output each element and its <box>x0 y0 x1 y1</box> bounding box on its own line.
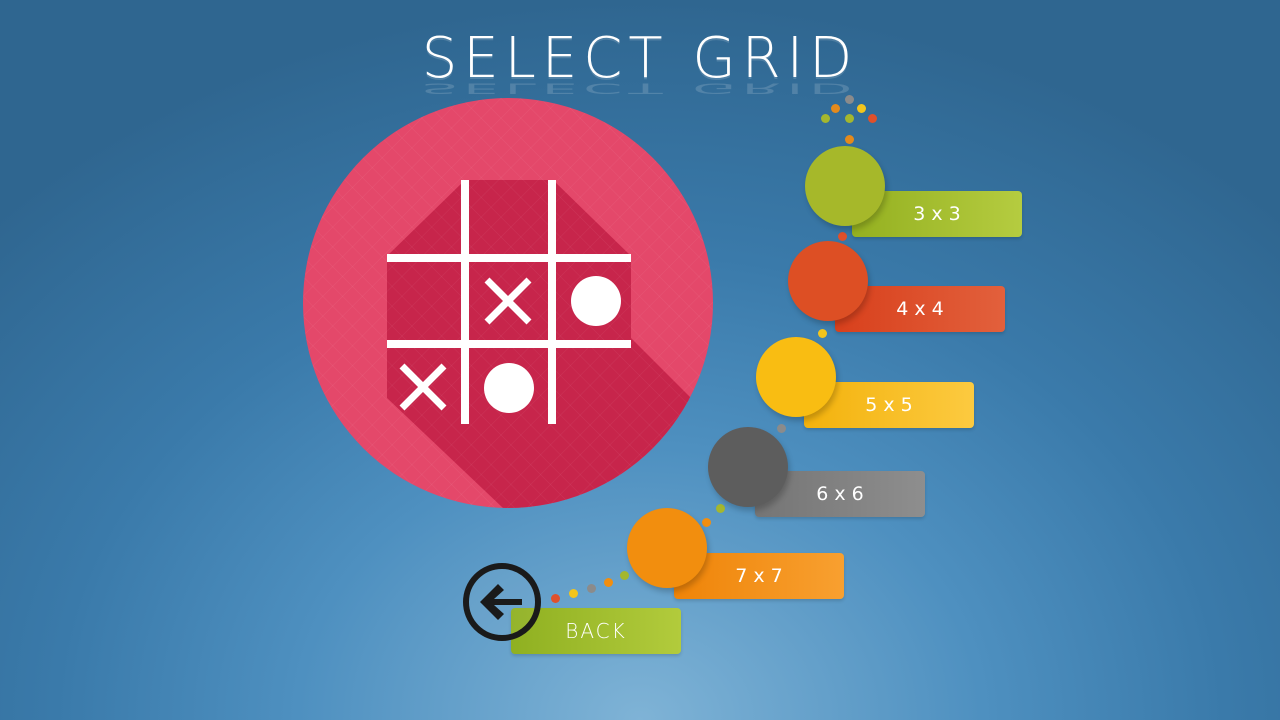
grid-option-circle <box>708 427 788 507</box>
decor-dot <box>777 424 786 433</box>
decor-dot <box>818 329 827 338</box>
back-arrow-icon <box>463 563 541 641</box>
decor-dot <box>845 135 854 144</box>
grid-option-circle <box>805 146 885 226</box>
decor-dot <box>845 114 854 123</box>
decor-dot <box>838 232 847 241</box>
page-title-reflection: SELECT GRID <box>421 79 859 96</box>
decor-dot <box>716 504 725 513</box>
decor-dot <box>868 114 877 123</box>
decor-dot <box>821 114 830 123</box>
decor-dot <box>845 95 854 104</box>
grid-option-circle <box>788 241 868 321</box>
grid-option-circle <box>756 337 836 417</box>
decor-dot <box>702 518 711 527</box>
decor-dot <box>831 104 840 113</box>
decor-dot <box>857 104 866 113</box>
tic-tac-toe-icon <box>303 98 713 508</box>
back-button[interactable]: BACK <box>462 562 682 656</box>
